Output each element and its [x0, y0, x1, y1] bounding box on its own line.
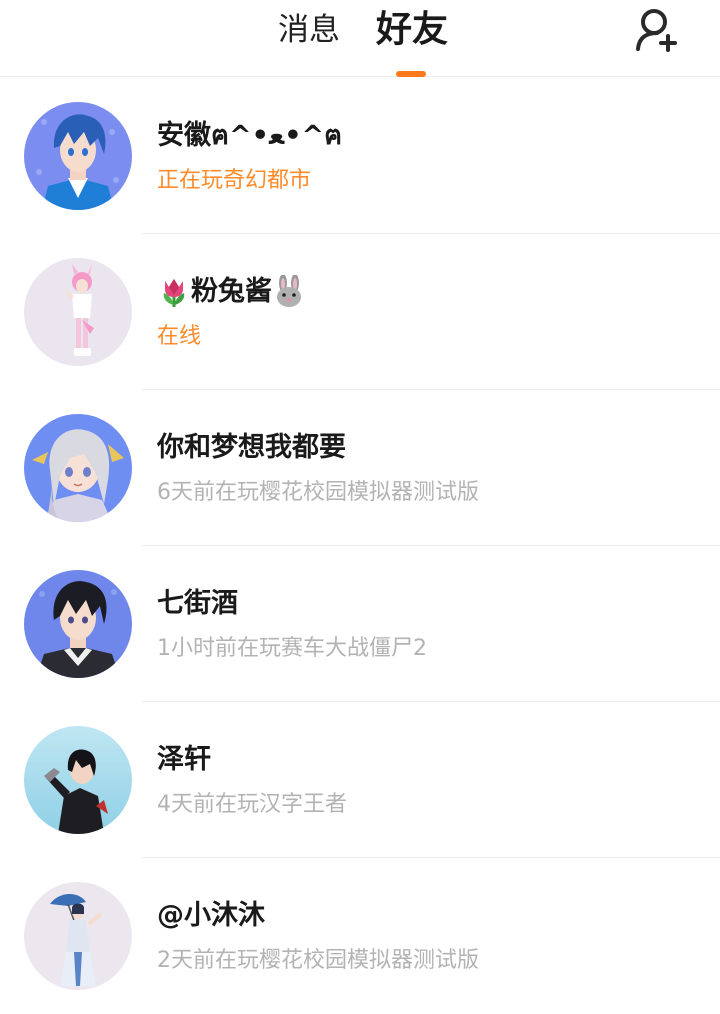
- friend-row[interactable]: @小沐沐 2天前在玩樱花校园模拟器测试版: [0, 858, 720, 1014]
- friend-row[interactable]: 泽轩 4天前在玩汉字王者: [0, 702, 720, 858]
- avatar-black-hair-boy-image: [24, 570, 132, 678]
- friend-status: 在线: [157, 324, 202, 349]
- friend-name: 七街酒: [157, 588, 238, 619]
- avatar[interactable]: [24, 258, 132, 366]
- avatar[interactable]: [24, 726, 132, 834]
- avatar[interactable]: [24, 882, 132, 990]
- friend-name-text: 粉兔酱: [191, 276, 272, 307]
- avatar[interactable]: [24, 570, 132, 678]
- friend-name: 粉兔酱: [157, 272, 306, 312]
- top-bar: 消息 好友: [0, 0, 720, 77]
- friend-name: @小沐沐: [157, 900, 265, 931]
- friend-list: 安徽ฅ^•ﻌ•^ฅ 正在玩奇幻都市 粉兔酱 在线 你和梦想我都要 6天前在玩樱花…: [0, 78, 720, 1014]
- avatar-blue-hair-boy-image: [24, 102, 132, 210]
- tab-messages[interactable]: 消息: [278, 8, 340, 52]
- tulip-emoji-icon: [163, 279, 185, 307]
- avatar-umbrella-girl-image: [24, 882, 132, 990]
- friend-row[interactable]: 你和梦想我都要 6天前在玩樱花校园模拟器测试版: [0, 390, 720, 546]
- avatar[interactable]: [24, 414, 132, 522]
- friend-status: 4天前在玩汉字王者: [157, 792, 347, 817]
- friend-row[interactable]: 粉兔酱 在线: [0, 234, 720, 390]
- avatar-silver-hair-girl-image: [24, 414, 132, 522]
- tab-friends[interactable]: 好友: [376, 8, 448, 52]
- friend-status: 正在玩奇幻都市: [157, 168, 312, 193]
- friend-row[interactable]: 七街酒 1小时前在玩赛车大战僵尸2: [0, 546, 720, 702]
- avatar[interactable]: [24, 102, 132, 210]
- add-friend-button[interactable]: [630, 4, 682, 54]
- avatar-pink-bunny-girl-image: [24, 258, 132, 366]
- friend-name: 安徽ฅ^•ﻌ•^ฅ: [157, 120, 343, 151]
- friend-name: 你和梦想我都要: [157, 432, 346, 463]
- friend-status: 2天前在玩樱花校园模拟器测试版: [157, 948, 479, 973]
- friend-status: 1小时前在玩赛车大战僵尸2: [157, 636, 427, 661]
- friend-row[interactable]: 安徽ฅ^•ﻌ•^ฅ 正在玩奇幻都市: [0, 78, 720, 234]
- add-user-icon: [636, 9, 677, 52]
- rabbit-emoji-icon: [277, 275, 301, 307]
- friend-status: 6天前在玩樱花校园模拟器测试版: [157, 480, 479, 505]
- active-tab-indicator: [396, 71, 426, 77]
- friend-name: 泽轩: [157, 744, 211, 775]
- avatar-black-coat-boy-image: [24, 726, 132, 834]
